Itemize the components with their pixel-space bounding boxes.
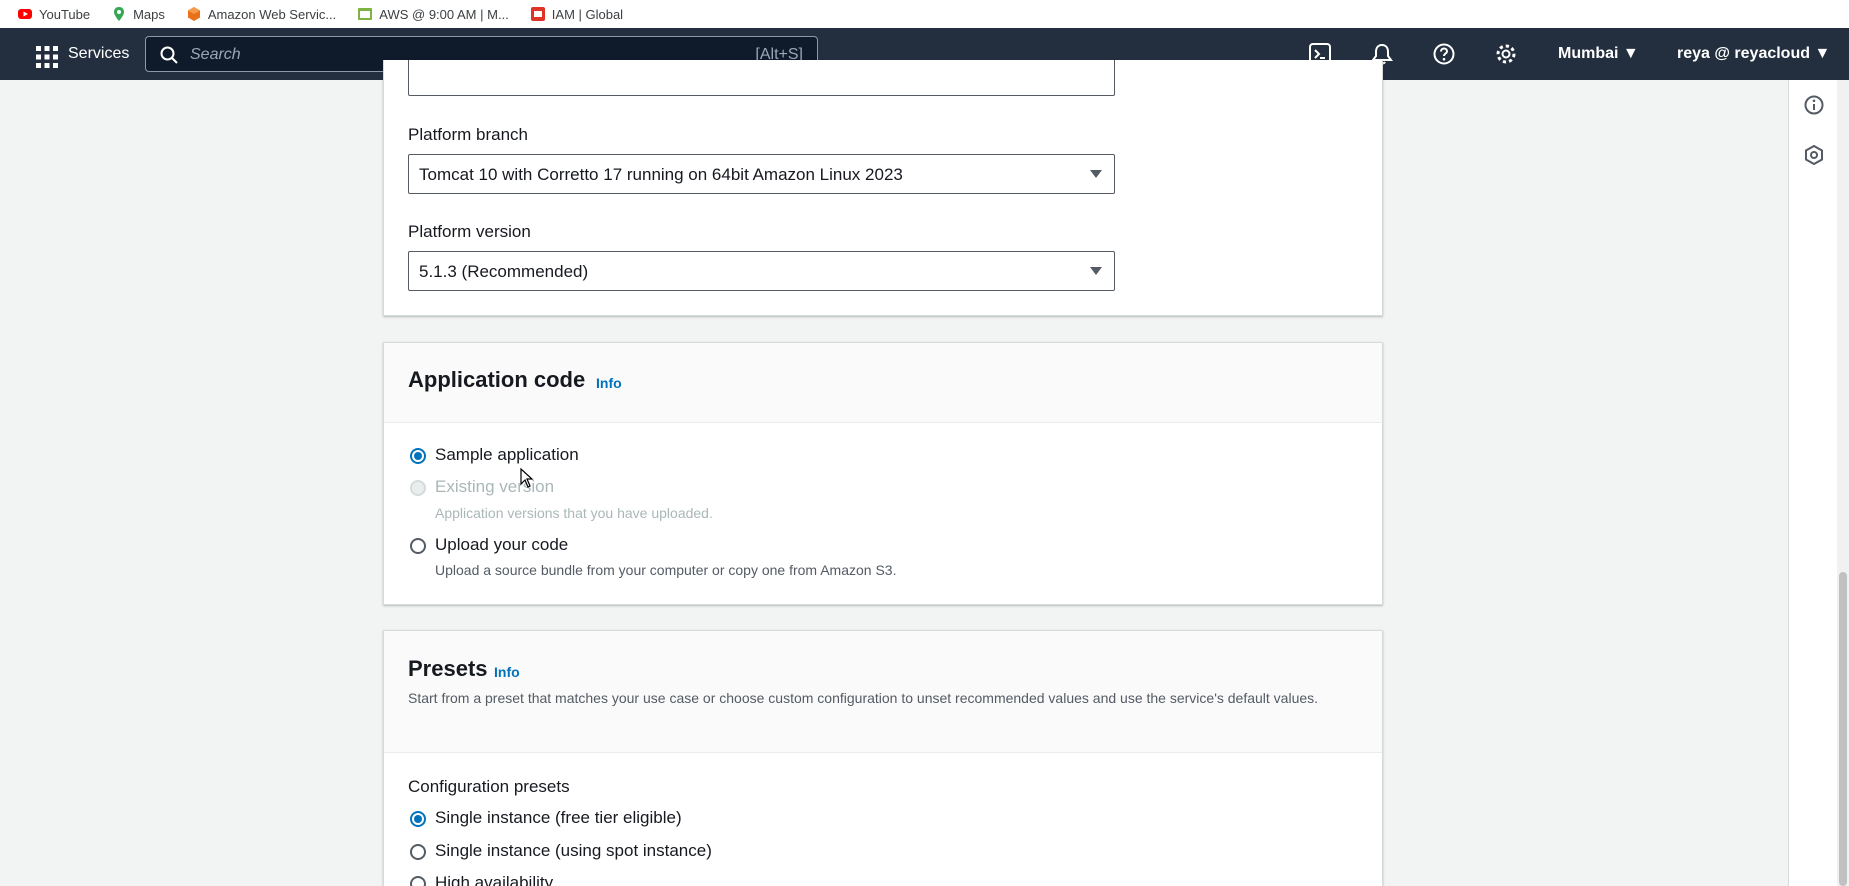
radio-label: Upload your code: [435, 535, 569, 554]
platform-branch-label: Platform branch: [408, 125, 528, 144]
page-scrollbar[interactable]: [1837, 80, 1849, 886]
platform-branch-select[interactable]: Tomcat 10 with Corretto 17 running on 64…: [408, 154, 1115, 194]
radio-label: High availability: [435, 873, 554, 886]
platform-select-partial[interactable]: [408, 60, 1115, 96]
presets-panel: Presets Info Start from a preset that ma…: [383, 630, 1383, 886]
iam-icon: [530, 7, 545, 21]
platform-panel: Platform branch Tomcat 10 with Corretto …: [383, 60, 1383, 316]
settings-gear-icon[interactable]: [1495, 43, 1517, 65]
caret-down-icon: [1090, 267, 1102, 275]
mouse-cursor-icon: [520, 468, 534, 488]
bookmark-label: IAM | Global: [551, 6, 624, 22]
region-selector[interactable]: Mumbai ▼: [1558, 45, 1639, 63]
bookmark-label: Maps: [133, 6, 165, 22]
services-menu[interactable]: Services: [68, 45, 129, 63]
bookmark-label: YouTube: [39, 6, 91, 22]
section-title: Presets: [408, 656, 488, 681]
panel-header: Presets Info Start from a preset that ma…: [384, 631, 1382, 753]
right-utility-rail: [1788, 80, 1837, 886]
panel-header: Application code Info: [384, 343, 1382, 423]
platform-version-select[interactable]: 5.1.3 (Recommended): [408, 251, 1115, 291]
account-label: reya @ reyacloud: [1677, 45, 1810, 62]
search-placeholder: Search: [190, 46, 241, 63]
maps-pin-icon: [114, 7, 125, 21]
info-link[interactable]: Info: [596, 375, 622, 391]
bookmark-label: Amazon Web Servic...: [207, 6, 337, 22]
bookmark-aws-calendar[interactable]: AWS @ 9:00 AM | M...: [358, 7, 509, 22]
radio-high-availability[interactable]: [410, 876, 426, 886]
radio-single-instance-spot[interactable]: [410, 844, 426, 860]
chevron-down-icon: ▼: [1814, 45, 1831, 62]
info-circle-icon[interactable]: [1804, 95, 1824, 115]
section-title: Application code: [408, 367, 586, 392]
bookmark-label: AWS @ 9:00 AM | M...: [379, 6, 509, 22]
radio-label: Existing version: [435, 477, 555, 496]
aws-cube-icon: [187, 7, 200, 21]
scrollbar-thumb[interactable]: [1839, 572, 1847, 886]
radio-sample-application[interactable]: [410, 448, 426, 464]
radio-label: Single instance (using spot instance): [435, 841, 712, 860]
help-icon[interactable]: [1433, 43, 1455, 65]
account-menu[interactable]: reya @ reyacloud ▼: [1677, 45, 1830, 63]
bookmark-maps[interactable]: Maps: [112, 7, 165, 22]
bookmark-aws[interactable]: Amazon Web Servic...: [187, 7, 336, 22]
caret-down-icon: [1090, 170, 1102, 178]
bookmarks-bar: YouTube Maps Amazon Web Servic... AWS @ …: [0, 0, 1849, 28]
radio-description: Upload a source bundle from your compute…: [435, 562, 897, 578]
radio-single-instance-free-tier[interactable]: [410, 811, 426, 827]
services-grid-icon[interactable]: [36, 46, 58, 68]
calendar-icon: [358, 8, 373, 20]
platform-version-label: Platform version: [408, 222, 531, 241]
bookmark-iam[interactable]: IAM | Global: [530, 6, 624, 22]
region-label: Mumbai: [1558, 45, 1619, 62]
radio-upload-your-code[interactable]: [410, 538, 426, 554]
radio-label: Sample application: [435, 445, 579, 464]
platform-version-value: 5.1.3 (Recommended): [419, 262, 589, 281]
bookmark-youtube[interactable]: YouTube: [18, 7, 90, 22]
platform-branch-value: Tomcat 10 with Corretto 17 running on 64…: [419, 165, 903, 184]
chevron-down-icon: ▼: [1622, 45, 1639, 62]
info-link[interactable]: Info: [494, 664, 520, 680]
radio-description: Application versions that you have uploa…: [435, 505, 713, 521]
radio-label: Single instance (free tier eligible): [435, 808, 682, 827]
applications-hexagon-icon[interactable]: [1804, 145, 1824, 165]
search-icon: [160, 46, 178, 64]
configuration-presets-label: Configuration presets: [408, 777, 570, 796]
youtube-icon: [18, 9, 32, 19]
radio-existing-version: [410, 480, 426, 496]
section-description: Start from a preset that matches your us…: [408, 690, 1319, 706]
